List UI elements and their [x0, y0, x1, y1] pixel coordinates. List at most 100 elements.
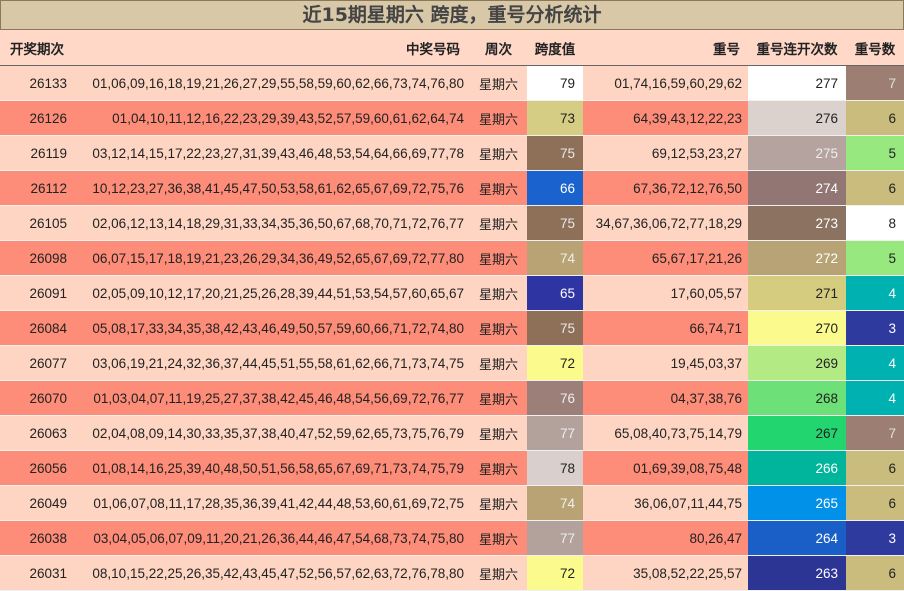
repeat-cell: 01,74,16,59,60,29,62	[583, 65, 748, 101]
table-row: 26119 03,12,14,15,17,22,23,27,31,39,43,46…	[0, 135, 904, 171]
table-row: 26038 03,04,05,06,07,09,11,20,21,26,36,44…	[0, 520, 904, 556]
header-issue: 开奖期次	[0, 30, 79, 66]
issue-cell: 26063	[0, 415, 79, 451]
count-cell: 3	[846, 520, 904, 556]
table-row: 26112 10,12,23,27,36,38,41,45,47,50,53,58…	[0, 170, 904, 206]
count-cell: 6	[846, 170, 904, 206]
streak-cell: 267	[748, 415, 846, 451]
span-cell: 75	[527, 205, 583, 241]
numbers-cell: 08,10,15,22,25,26,35,42,43,45,47,52,56,5…	[79, 555, 470, 591]
table-row: 26063 02,04,08,09,14,30,33,35,37,38,40,47…	[0, 415, 904, 451]
numbers-cell: 01,06,09,16,18,19,21,26,27,29,55,58,59,6…	[79, 65, 470, 101]
count-cell: 5	[846, 240, 904, 276]
count-cell: 6	[846, 485, 904, 521]
table-row: 26049 01,06,07,08,11,17,28,35,36,39,41,42…	[0, 485, 904, 521]
issue-cell: 26038	[0, 520, 79, 556]
streak-cell: 265	[748, 485, 846, 521]
numbers-cell: 01,03,04,07,11,19,25,27,37,38,42,45,46,4…	[79, 380, 470, 416]
span-cell: 75	[527, 310, 583, 346]
issue-cell: 26133	[0, 65, 79, 101]
streak-cell: 270	[748, 310, 846, 346]
numbers-cell: 01,08,14,16,25,39,40,48,50,51,56,58,65,6…	[79, 450, 470, 486]
span-cell: 77	[527, 520, 583, 556]
count-cell: 4	[846, 380, 904, 416]
span-cell: 77	[527, 415, 583, 451]
span-cell: 65	[527, 275, 583, 311]
span-cell: 78	[527, 450, 583, 486]
streak-cell: 268	[748, 380, 846, 416]
count-cell: 7	[846, 415, 904, 451]
count-cell: 5	[846, 135, 904, 171]
count-cell: 4	[846, 275, 904, 311]
table-row: 26098 06,07,15,17,18,19,21,23,26,29,34,36…	[0, 240, 904, 276]
span-cell: 76	[527, 380, 583, 416]
streak-cell: 269	[748, 345, 846, 381]
repeat-cell: 36,06,07,11,44,75	[583, 485, 748, 521]
streak-cell: 264	[748, 520, 846, 556]
weekday-cell: 星期六	[470, 345, 527, 381]
weekday-cell: 星期六	[470, 65, 527, 101]
weekday-cell: 星期六	[470, 100, 527, 136]
table-row: 26105 02,06,12,13,14,18,29,31,33,34,35,36…	[0, 205, 904, 241]
page-title: 近15期星期六 跨度，重号分析统计	[0, 0, 904, 30]
span-cell: 66	[527, 170, 583, 206]
weekday-cell: 星期六	[470, 555, 527, 591]
numbers-cell: 03,06,19,21,24,32,36,37,44,45,51,55,58,6…	[79, 345, 470, 381]
weekday-cell: 星期六	[470, 275, 527, 311]
repeat-cell: 01,69,39,08,75,48	[583, 450, 748, 486]
repeat-cell: 67,36,72,12,76,50	[583, 170, 748, 206]
repeat-cell: 34,67,36,06,72,77,18,29	[583, 205, 748, 241]
count-cell: 6	[846, 100, 904, 136]
weekday-cell: 星期六	[470, 380, 527, 416]
streak-cell: 271	[748, 275, 846, 311]
count-cell: 7	[846, 65, 904, 101]
numbers-cell: 01,04,10,11,12,16,22,23,29,39,43,52,57,5…	[79, 100, 470, 136]
span-cell: 75	[527, 135, 583, 171]
numbers-cell: 06,07,15,17,18,19,21,23,26,29,34,36,49,5…	[79, 240, 470, 276]
streak-cell: 274	[748, 170, 846, 206]
repeat-cell: 35,08,52,22,25,57	[583, 555, 748, 591]
issue-cell: 26031	[0, 555, 79, 591]
streak-cell: 277	[748, 65, 846, 101]
count-cell: 4	[846, 345, 904, 381]
issue-cell: 26119	[0, 135, 79, 171]
header-numbers: 中奖号码	[79, 30, 470, 66]
repeat-cell: 69,12,53,23,27	[583, 135, 748, 171]
header-repeat: 重号	[583, 30, 748, 66]
streak-cell: 272	[748, 240, 846, 276]
repeat-cell: 65,08,40,73,75,14,79	[583, 415, 748, 451]
weekday-cell: 星期六	[470, 310, 527, 346]
weekday-cell: 星期六	[470, 485, 527, 521]
repeat-cell: 66,74,71	[583, 310, 748, 346]
weekday-cell: 星期六	[470, 205, 527, 241]
issue-cell: 26098	[0, 240, 79, 276]
numbers-cell: 02,04,08,09,14,30,33,35,37,38,40,47,52,5…	[79, 415, 470, 451]
weekday-cell: 星期六	[470, 450, 527, 486]
weekday-cell: 星期六	[470, 240, 527, 276]
weekday-cell: 星期六	[470, 415, 527, 451]
repeat-cell: 04,37,38,76	[583, 380, 748, 416]
table-row: 26126 01,04,10,11,12,16,22,23,29,39,43,52…	[0, 100, 904, 136]
count-cell: 3	[846, 310, 904, 346]
numbers-cell: 02,06,12,13,14,18,29,31,33,34,35,36,50,6…	[79, 205, 470, 241]
span-cell: 74	[527, 485, 583, 521]
streak-cell: 263	[748, 555, 846, 591]
table-header-row: 开奖期次 中奖号码 周次 跨度值 重号 重号连开次数 重号数	[0, 30, 904, 66]
span-cell: 72	[527, 345, 583, 381]
header-streak: 重号连开次数	[748, 30, 846, 66]
issue-cell: 26049	[0, 485, 79, 521]
stats-page: 近15期星期六 跨度，重号分析统计 开奖期次 中奖号码 周次 跨度值 重号 重号…	[0, 0, 904, 591]
count-cell: 6	[846, 450, 904, 486]
streak-cell: 275	[748, 135, 846, 171]
issue-cell: 26070	[0, 380, 79, 416]
streak-cell: 266	[748, 450, 846, 486]
table-row: 26091 02,05,09,10,12,17,20,21,25,26,28,39…	[0, 275, 904, 311]
numbers-cell: 02,05,09,10,12,17,20,21,25,26,28,39,44,5…	[79, 275, 470, 311]
table-body: 26133 01,06,09,16,18,19,21,26,27,29,55,58…	[0, 65, 904, 591]
issue-cell: 26077	[0, 345, 79, 381]
issue-cell: 26105	[0, 205, 79, 241]
numbers-cell: 05,08,17,33,34,35,38,42,43,46,49,50,57,5…	[79, 310, 470, 346]
streak-cell: 273	[748, 205, 846, 241]
span-cell: 79	[527, 65, 583, 101]
header-span: 跨度值	[527, 30, 583, 66]
